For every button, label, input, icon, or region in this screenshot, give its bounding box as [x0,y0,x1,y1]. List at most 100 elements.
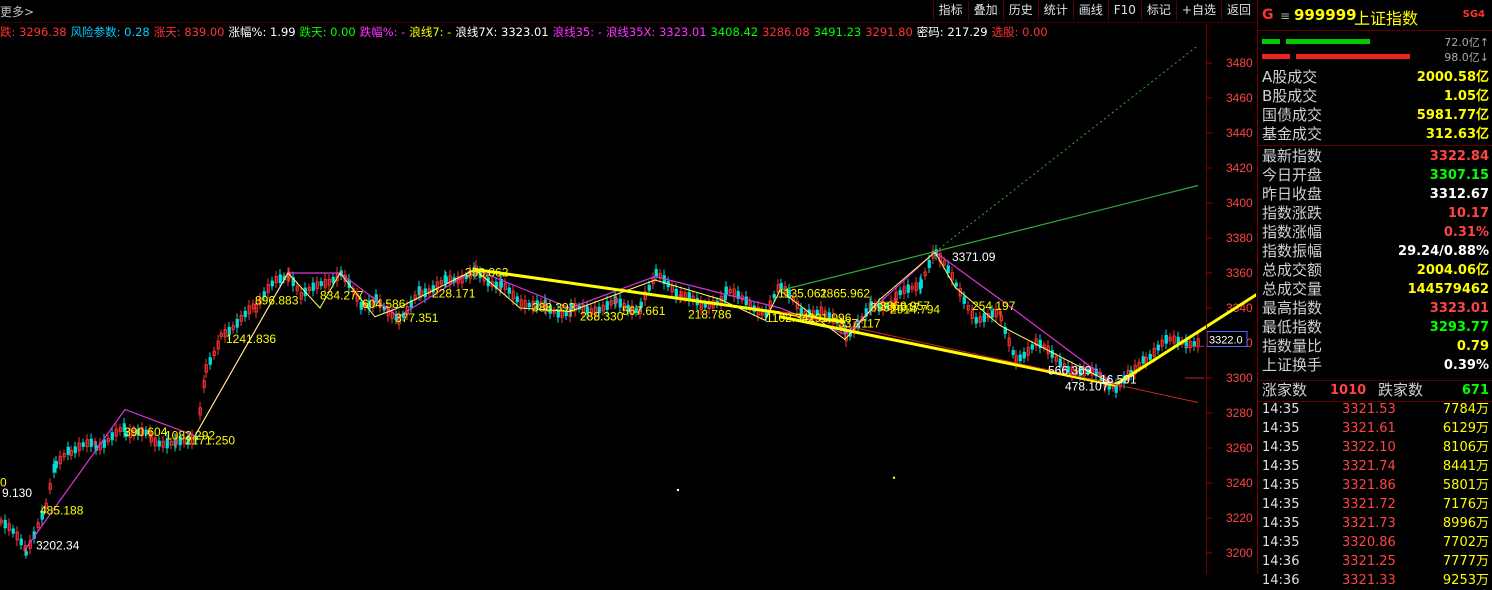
candle-body [235,318,239,328]
tick-price: 3321.61 [1342,421,1396,436]
tick-time: 14:36 [1262,554,1300,569]
sell-amount-label: 98.0亿↓ [1444,51,1489,64]
quote-row-value: 3312.67 [1429,187,1489,202]
tick-volume: 8996万 [1442,516,1489,531]
quote-row: 最新指数 3322.84 [1258,147,1492,166]
tick-price: 3321.25 [1342,554,1396,569]
candle-body [66,446,70,455]
quote-row-value: 3307.15 [1429,168,1489,183]
quote-row: 指数量比 0.79 [1258,337,1492,356]
wave-annotation: 896.883 [255,294,299,308]
indicator-value: 涨天: 839.00 [153,25,225,39]
indicator-value: 3291.80 [865,25,913,39]
candle-body [331,276,335,284]
buy-sell-bars: 72.0亿↑ 98.0亿↓ [1258,33,1492,65]
wave-annotation: 218.786 [688,308,732,322]
quote-row: 上证换手 0.39% [1258,356,1492,375]
price-axis-label: 3360 [1226,266,1253,280]
quote-row: 指数涨跌 10.17 [1258,204,1492,223]
toolbar-overlay-button[interactable]: 叠加 [967,1,1003,20]
candle-body [3,519,7,529]
quote-row-value: 5981.77亿 [1416,108,1489,123]
wave-annotation: 1241.836 [226,332,276,346]
tick-time: 14:35 [1262,516,1300,531]
toolbar-add-watchlist-button[interactable]: +自选 [1175,1,1221,20]
buy-bar-short [1262,39,1280,44]
candle-body [1022,351,1026,359]
quote-row-label: 指数涨幅 [1262,223,1323,241]
candle-body [919,279,923,288]
candle-body [110,432,114,441]
tick-volume: 7777万 [1442,554,1489,569]
price-axis-divider [1206,24,1207,574]
tick-price: 3321.86 [1342,478,1396,493]
indicator-value: 3408.42 [710,25,759,39]
quote-title-bar: G ≡ 999999 上证指数 SG4 [1258,0,1492,31]
wave-annotation: 834.277 [320,288,364,302]
indicator-value: 密码: 217.29 [916,25,988,39]
quote-row-label: 上证换手 [1262,356,1323,374]
candle-body [962,296,966,304]
candle-body [157,440,161,447]
toolbar-history-button[interactable]: 历史 [1002,1,1038,20]
toolbar-indicator-button[interactable]: 指标 [932,1,968,20]
candle-body [507,287,511,294]
tick-row: 14:36 3321.25 7777万 [1258,553,1492,571]
tick-row: 14:35 3322.10 8106万 [1258,439,1492,457]
candle-body [54,460,58,469]
quote-row-label: 最高指数 [1262,299,1323,317]
toolbar-mark-button[interactable]: 标记 [1140,1,1176,20]
quote-row: 今日开盘 3307.15 [1258,166,1492,185]
more-link[interactable]: 更多> [0,3,34,20]
candle-body [73,446,77,454]
quote-row-value: 2000.58亿 [1416,70,1489,85]
quote-row-value: 0.31% [1443,225,1489,240]
quote-row: 总成交额 2004.06亿 [1258,261,1492,280]
indicator-value: 浪线7X: 3323.01 [455,25,549,39]
quote-row: 昨日收盘 3312.67 [1258,185,1492,204]
kline-chart[interactable]: 3480346034403420340033803360334033203300… [0,40,1256,574]
tick-volume: 5801万 [1442,478,1489,493]
quote-row: 最低指数 3293.77 [1258,318,1492,337]
candle-body [1018,354,1022,362]
quote-row-value: 3322.84 [1429,149,1489,164]
wave-annotation: 228.171 [432,287,476,301]
wave-annotation: 254.197 [972,299,1016,313]
toolbar-drawline-button[interactable]: 画线 [1072,1,1108,20]
trend-line-green-dotted [934,45,1199,253]
tick-volume: 8441万 [1442,459,1489,474]
tick-price: 3320.86 [1342,535,1396,550]
candle-body [1156,344,1160,351]
candle-body [954,282,958,287]
tick-price: 3321.72 [1342,497,1396,512]
candle-body [898,290,902,296]
price-axis-label: 3200 [1226,546,1253,560]
candle-body [270,280,274,287]
quote-row-label: 基金成交 [1262,125,1323,143]
tick-row: 14:35 3321.74 8441万 [1258,458,1492,476]
quote-row-label: 国债成交 [1262,106,1323,124]
candle-body [24,551,28,556]
wave-annotation: 2865.962 [820,287,870,301]
security-code: 999999 [1294,6,1357,24]
quote-row-label: 总成交额 [1262,261,1323,279]
tick-time: 14:35 [1262,459,1300,474]
candle-body [527,302,531,308]
wave-annotation: 3371.09 [952,250,996,264]
tick-price: 3321.74 [1342,459,1396,474]
sell-bar-short [1262,54,1290,59]
candle-body [208,357,212,365]
toolbar-stats-button[interactable]: 统计 [1037,1,1073,20]
toolbar-f10-button[interactable]: F10 [1107,1,1141,20]
candle-body [1164,334,1168,344]
indicator-value: 风险参数: 0.28 [70,25,150,39]
buy-amount-label: 72.0亿↑ [1444,36,1489,49]
quote-row: 指数涨幅 0.31% [1258,223,1492,242]
wave-annotation: 356.862 [465,266,509,280]
candle-body [1141,356,1145,364]
wave-annotation: 2171.250 [185,434,235,448]
menu-icon[interactable]: ≡ [1280,9,1290,23]
indicator-value: 浪线35: - [552,25,602,39]
toolbar-back-button[interactable]: 返回 [1220,1,1256,20]
tick-row: 14:36 3321.33 9253万 [1258,572,1492,590]
